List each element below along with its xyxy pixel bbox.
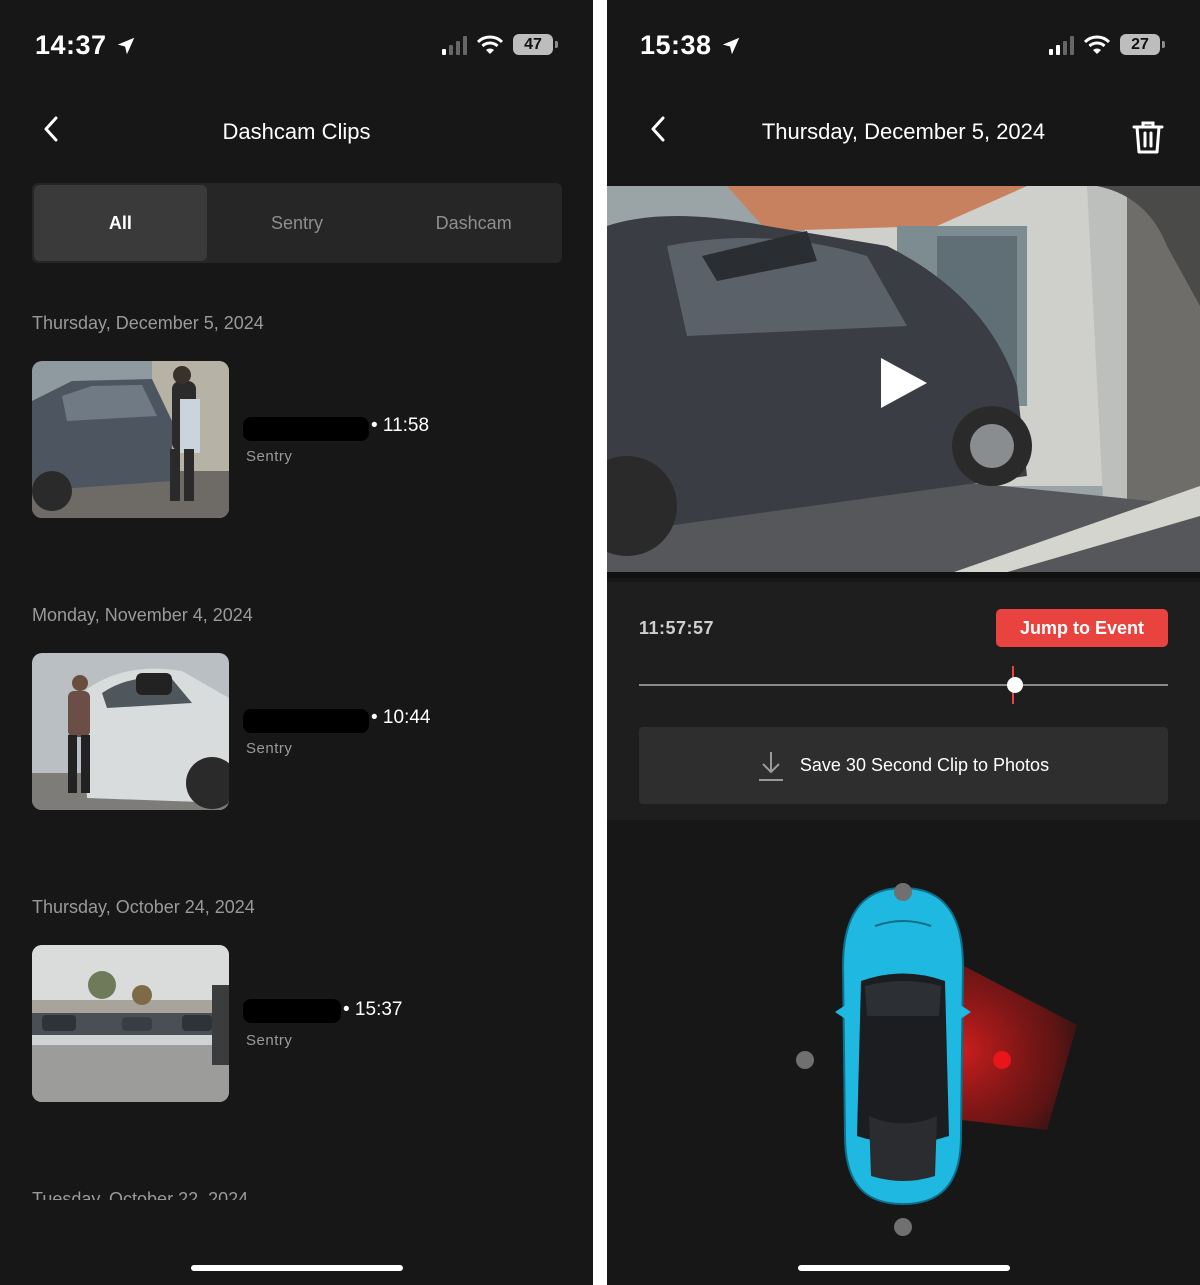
date-heading: Thursday, October 24, 2024: [32, 897, 255, 917]
date-heading: Monday, November 4, 2024: [32, 605, 253, 625]
playback-panel: 11:57:57 Jump to Event Save 30 Second Cl…: [607, 582, 1200, 820]
timeline-track[interactable]: [639, 684, 1168, 686]
date-heading: Tuesday, October 22, 2024: [32, 1189, 249, 1200]
location-arrow-icon: [117, 37, 134, 54]
playback-timestamp: 11:57:57: [639, 618, 715, 638]
clip-thumbnail[interactable]: [32, 945, 229, 1102]
clip-time: • 10:44: [371, 707, 431, 728]
play-icon[interactable]: [877, 356, 931, 410]
camera-rear-dot[interactable]: [894, 1218, 912, 1236]
redacted-plate: [243, 417, 369, 441]
battery-icon: 27: [1120, 34, 1165, 55]
tab-dashcam[interactable]: Dashcam: [387, 185, 560, 261]
wifi-icon: [1084, 35, 1110, 54]
clip-thumbnail[interactable]: [32, 361, 229, 518]
clip-type: Sentry: [246, 740, 293, 757]
status-icons: 47: [442, 34, 558, 55]
clip-time: • 15:37: [343, 999, 403, 1020]
location-arrow-icon: [722, 37, 739, 54]
clip-type: Sentry: [246, 1032, 293, 1049]
download-icon: [758, 751, 783, 781]
status-icons: 27: [1049, 34, 1165, 55]
camera-left-dot[interactable]: [796, 1051, 814, 1069]
save-clip-button[interactable]: Save 30 Second Clip to Photos: [639, 727, 1168, 804]
camera-front-dot[interactable]: [894, 883, 912, 901]
home-indicator[interactable]: [798, 1265, 1010, 1271]
tab-all[interactable]: All: [34, 185, 207, 261]
back-chevron-icon[interactable]: [644, 114, 674, 144]
car-topview-icon: [835, 886, 971, 1206]
filter-tabs: All Sentry Dashcam: [32, 183, 562, 263]
wifi-icon: [477, 35, 503, 54]
date-heading: Thursday, December 5, 2024: [32, 313, 264, 333]
signal-icon: [442, 35, 467, 55]
dashcam-clips-screen: 14:37 47 Dashcam Clips All Sentry Dashca…: [0, 0, 593, 1285]
battery-icon: 47: [513, 34, 558, 55]
trash-icon[interactable]: [1130, 119, 1166, 155]
redacted-plate: [243, 999, 341, 1023]
video-player[interactable]: [607, 186, 1200, 578]
page-title: Thursday, December 5, 2024: [761, 119, 1046, 144]
status-time: 14:37: [35, 30, 137, 61]
tab-sentry[interactable]: Sentry: [211, 185, 384, 261]
clip-time: • 11:58: [371, 415, 430, 436]
clip-detail-screen: 15:38 27 Thursday, December 5, 2024 11:5…: [607, 0, 1200, 1285]
camera-right-dot-active[interactable]: [993, 1051, 1011, 1069]
jump-to-event-button[interactable]: Jump to Event: [996, 609, 1168, 647]
signal-icon: [1049, 35, 1074, 55]
clip-type: Sentry: [246, 448, 293, 465]
save-clip-label: Save 30 Second Clip to Photos: [799, 755, 1050, 775]
timeline-scrubber[interactable]: [1006, 677, 1023, 693]
redacted-plate: [243, 709, 369, 733]
clip-thumbnail[interactable]: [32, 653, 229, 810]
home-indicator[interactable]: [191, 1265, 403, 1271]
page-title: Dashcam Clips: [222, 119, 371, 144]
status-time: 15:38: [640, 30, 742, 61]
